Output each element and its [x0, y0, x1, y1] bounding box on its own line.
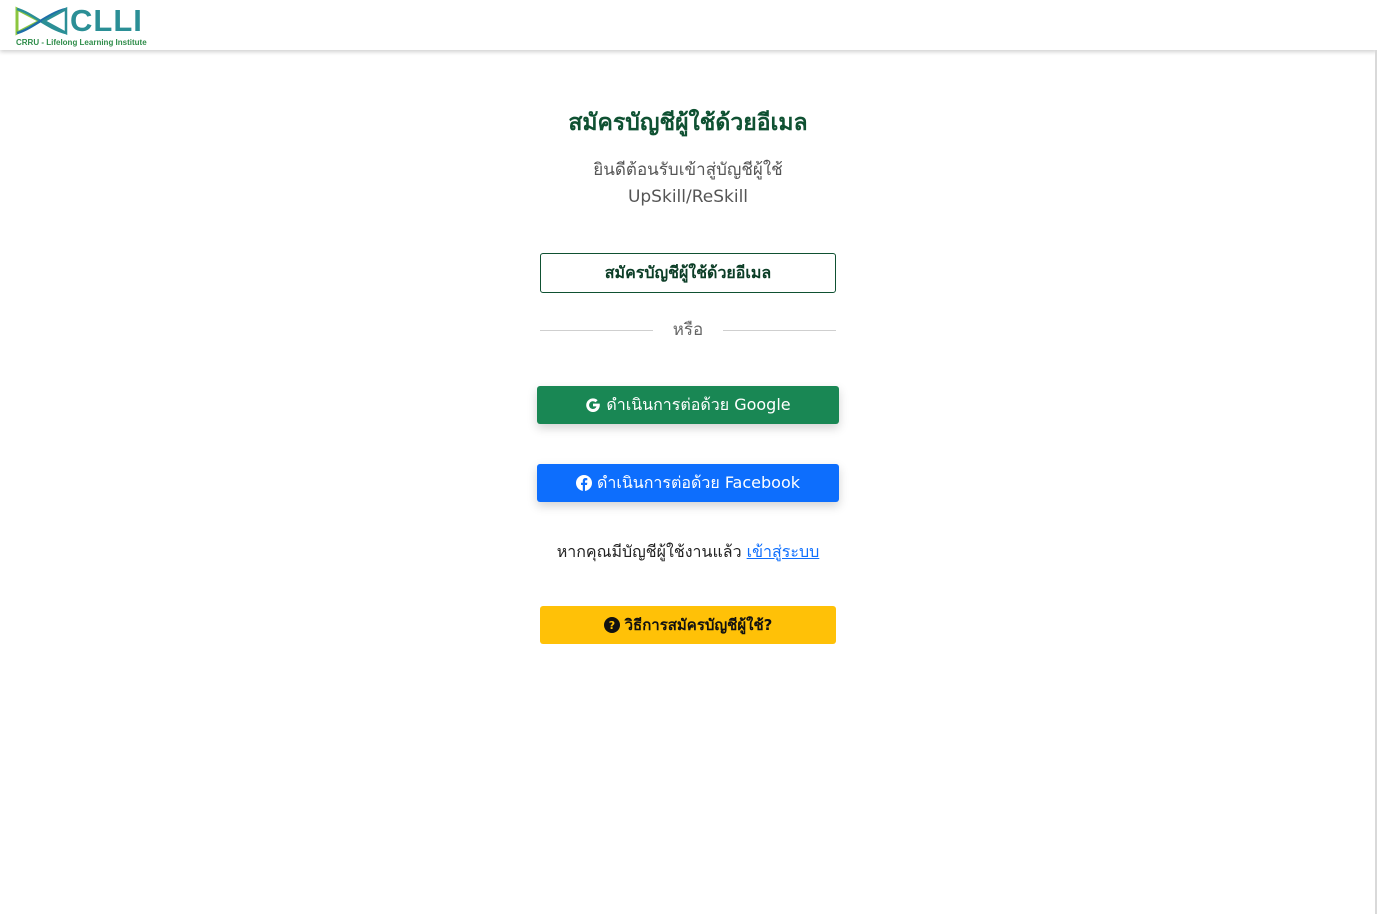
question-circle-icon: ?	[603, 617, 620, 633]
help-button-label: วิธีการสมัครบัญชีผู้ใช้?	[624, 616, 773, 634]
signup-panel: สมัครบัญชีผู้ใช้ด้วยอีเมล ยินดีต้อนรับเข…	[0, 0, 1377, 914]
google-button-label: ดำเนินการต่อด้วย Google	[606, 395, 791, 414]
divider-right	[723, 330, 836, 331]
google-signup-button[interactable]: ดำเนินการต่อด้วย Google	[537, 386, 839, 424]
facebook-signup-button[interactable]: ดำเนินการต่อด้วย Facebook	[537, 464, 839, 502]
email-signup-button[interactable]: สมัครบัญชีผู้ใช้ด้วยอีเมล	[540, 253, 836, 293]
subtitle-line-1: ยินดีต้อนรับเข้าสู่บัญชีผู้ใช้	[593, 160, 783, 180]
signup-help-button[interactable]: ? วิธีการสมัครบัญชีผู้ใช้?	[540, 606, 836, 644]
divider-or-text: หรือ	[672, 320, 704, 340]
divider-left	[540, 330, 653, 331]
subtitle-line-2: UpSkill/ReSkill	[627, 187, 749, 207]
login-prompt-line: หากคุณมีบัญชีผู้ใช้งานแล้ว เข้าสู่ระบบ	[438, 539, 938, 565]
facebook-icon	[576, 475, 592, 491]
facebook-button-label: ดำเนินการต่อด้วย Facebook	[597, 473, 800, 492]
svg-text:?: ?	[608, 619, 614, 632]
login-prompt-text: หากคุณมีบัญชีผู้ใช้งานแล้ว	[556, 542, 742, 561]
login-link[interactable]: เข้าสู่ระบบ	[747, 542, 820, 561]
google-icon	[586, 398, 601, 413]
page-title: สมัครบัญชีผู้ใช้ด้วยอีเมล	[568, 110, 808, 136]
page-subtitle: ยินดีต้อนรับเข้าสู่บัญชีผู้ใช้ UpSkill/R…	[438, 157, 938, 211]
